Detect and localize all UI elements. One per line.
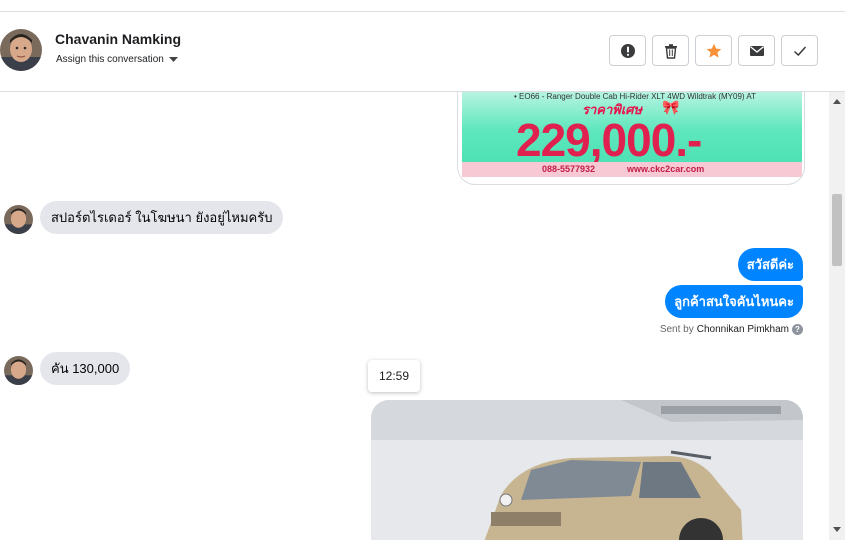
sender-avatar[interactable] [4,356,33,385]
ad-url: www.ckc2car.com [627,164,705,174]
spam-button[interactable] [609,35,646,66]
outgoing-message[interactable]: ลูกค้าสนใจคันไหนคะ [665,285,803,318]
scroll-up-arrow-icon[interactable] [832,97,842,105]
sent-by-name: Chonnikan Pimkham [696,324,789,335]
timestamp-tooltip: 12:59 [368,360,420,392]
ad-image: • EO66 - Ranger Double Cab Hi-Rider XLT … [462,92,802,177]
done-button[interactable] [781,35,818,66]
scrollbar-thumb[interactable] [832,194,842,266]
conversation-header: Chavanin Namking Assign this conversatio… [0,12,845,92]
assign-label: Assign this conversation [56,54,164,65]
star-button[interactable] [695,35,732,66]
ad-price: 229,000.- [516,114,702,166]
trash-icon [664,43,677,59]
contact-avatar[interactable] [0,29,42,71]
conversation-actions [609,35,818,66]
alert-circle-icon [620,43,635,58]
top-border [0,0,845,12]
checkmark-icon [793,45,806,56]
contact-name[interactable]: Chavanin Namking [55,31,181,47]
assign-conversation-dropdown[interactable]: Assign this conversation [56,54,179,65]
sent-by-prefix: Sent by [659,324,694,335]
help-icon[interactable]: ? [792,324,803,335]
sent-by-info: Sent by Chonnikan Pimkham ? [660,324,803,335]
envelope-icon [749,45,764,56]
caret-down-icon [168,56,178,62]
incoming-message[interactable]: คัน 130,000 [40,352,131,385]
ad-phone: 088-5577932 [542,164,596,174]
incoming-message[interactable]: สปอร์ตไรเดอร์ ในโฆษนา ยังอยู่ไหมครับ [40,201,284,234]
star-icon [706,43,721,58]
ad-image-attachment[interactable]: • EO66 - Ranger Double Cab Hi-Rider XLT … [457,92,805,185]
car-photo [371,400,803,540]
car-photo-attachment[interactable] [371,400,803,540]
thread-scrollbar[interactable] [829,92,845,540]
sender-avatar[interactable] [4,205,33,234]
message-thread[interactable]: • EO66 - Ranger Double Cab Hi-Rider XLT … [0,92,829,540]
delete-button[interactable] [652,35,689,66]
outgoing-message[interactable]: สวัสดีค่ะ [737,248,803,281]
email-button[interactable] [738,35,775,66]
scroll-down-arrow-icon[interactable] [832,526,842,534]
